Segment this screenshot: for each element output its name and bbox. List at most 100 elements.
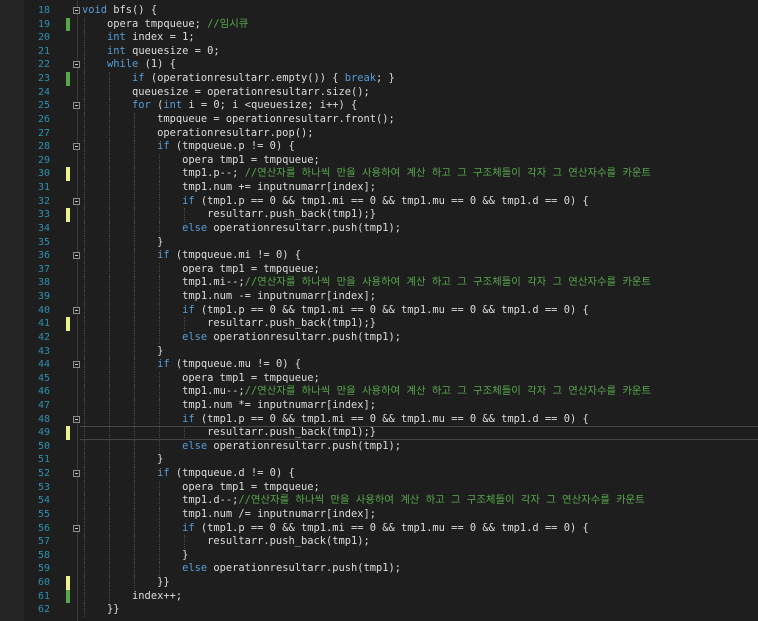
code-line[interactable]: opera tmp1 = tmpqueue;	[82, 263, 758, 277]
line-number: 39	[37, 291, 50, 303]
left-margin	[0, 0, 24, 621]
line-number: 58	[37, 549, 50, 561]
code-line[interactable]: resultarr.push_back(tmp1);}	[82, 208, 758, 222]
code-line[interactable]: tmp1.d--;//연산자를 하나씩 만을 사용하여 계산 하고 그 구조체들…	[82, 494, 758, 508]
code-editor[interactable]: 18 19 20 21 22 23 24 25 26 27 28 29 30 31 32 33 34 35 36 37…	[0, 0, 758, 621]
collapse-icon[interactable]	[73, 7, 80, 14]
line-number: 59	[37, 563, 50, 575]
line-number: 61	[37, 590, 50, 602]
unsaved-change-marker	[66, 167, 70, 182]
line-number: 38	[37, 277, 50, 289]
line-number: 54	[37, 495, 50, 507]
code-line[interactable]: if (tmpqueue.p != 0) {	[82, 140, 758, 154]
line-number: 37	[37, 263, 50, 275]
line-number: 43	[37, 345, 50, 357]
code-line[interactable]: }	[82, 345, 758, 359]
collapse-icon[interactable]	[73, 306, 80, 314]
line-number: 19	[37, 18, 50, 30]
code-line[interactable]: tmp1.mu--;//연산자를 하나씩 만을 사용하여 계산 하고 그 구조체…	[82, 385, 758, 399]
line-number: 51	[37, 454, 50, 466]
collapse-icon[interactable]	[73, 61, 80, 69]
unsaved-change-marker	[66, 317, 70, 331]
code-line[interactable]: queuesize = operationresultarr.size();	[82, 86, 758, 100]
collapse-icon[interactable]	[73, 415, 80, 423]
line-number: 56	[37, 522, 50, 534]
code-line[interactable]: operationresultarr.pop();	[82, 127, 758, 141]
line-number: 18	[37, 5, 50, 16]
line-number: 24	[37, 86, 50, 98]
line-number: 60	[37, 577, 50, 589]
collapse-icon[interactable]	[73, 361, 80, 369]
collapse-icon[interactable]	[73, 197, 80, 205]
collapse-icon[interactable]	[73, 102, 80, 110]
code-line[interactable]: }	[82, 236, 758, 250]
code-line[interactable]: tmp1.num += inputnumarr[index];	[82, 181, 758, 195]
line-number: 55	[37, 508, 50, 520]
code-line[interactable]: tmp1.p--; //연산자를 하나씩 만을 사용하여 계산 하고 그 구조체…	[82, 167, 758, 181]
saved-change-marker	[66, 17, 70, 32]
code-line[interactable]: int queuesize = 0;	[82, 45, 758, 59]
code-line[interactable]: resultarr.push_back(tmp1);}	[82, 426, 758, 440]
code-line[interactable]: if (tmpqueue.mu != 0) {	[82, 358, 758, 372]
line-number: 50	[37, 440, 50, 452]
line-number: 57	[37, 536, 50, 548]
code-line[interactable]: }}	[82, 576, 758, 590]
code-line[interactable]: int index = 1;	[82, 31, 758, 45]
code-line[interactable]: tmp1.num /= inputnumarr[index];	[82, 508, 758, 522]
line-number: 31	[37, 182, 50, 194]
code-line[interactable]: if (tmp1.p == 0 && tmp1.mi == 0 && tmp1.…	[82, 413, 758, 427]
code-line[interactable]: }}	[82, 603, 758, 617]
line-number: 30	[37, 168, 50, 180]
collapse-icon[interactable]	[73, 143, 80, 151]
code-line[interactable]: else operationresultarr.push(tmp1);	[82, 440, 758, 454]
code-line[interactable]: if (tmp1.p == 0 && tmp1.mi == 0 && tmp1.…	[82, 304, 758, 318]
line-number: 28	[37, 141, 50, 153]
line-number: 48	[37, 413, 50, 425]
code-line[interactable]: for (int i = 0; i <queuesize; i++) {	[82, 99, 758, 113]
collapse-icon[interactable]	[73, 470, 80, 478]
code-line[interactable]: opera tmp1 = tmpqueue;	[82, 154, 758, 168]
code-line[interactable]: if (tmp1.p == 0 && tmp1.mi == 0 && tmp1.…	[82, 195, 758, 209]
code-line[interactable]: if (operationresultarr.empty()) { break;…	[82, 72, 758, 86]
line-number: 62	[37, 604, 50, 616]
unsaved-change-marker	[66, 426, 70, 440]
code-line[interactable]: opera tmp1 = tmpqueue;	[82, 481, 758, 495]
line-number: 34	[37, 222, 50, 234]
line-number: 53	[37, 481, 50, 493]
code-line[interactable]: else operationresultarr.push(tmp1);	[82, 562, 758, 576]
code-line[interactable]: while (1) {	[82, 58, 758, 72]
line-number: 33	[37, 209, 50, 221]
saved-change-marker	[66, 72, 70, 86]
line-number: 42	[37, 331, 50, 343]
line-number: 46	[37, 386, 50, 398]
line-number: 26	[37, 113, 50, 125]
code-line[interactable]: else operationresultarr.push(tmp1);	[82, 331, 758, 345]
unsaved-change-marker	[66, 576, 70, 590]
line-number: 21	[37, 45, 50, 57]
code-line[interactable]: }	[82, 549, 758, 563]
code-line[interactable]: tmp1.mi--;//연산자를 하나씩 만을 사용하여 계산 하고 그 구조체…	[82, 276, 758, 290]
code-line[interactable]: index++;	[82, 590, 758, 604]
code-line[interactable]: }	[82, 453, 758, 467]
collapse-icon[interactable]	[73, 524, 80, 532]
code-line[interactable]: tmpqueue = operationresultarr.front();	[82, 113, 758, 127]
line-number: 45	[37, 372, 50, 384]
code-line[interactable]: void bfs() {	[82, 4, 758, 18]
line-number: 44	[37, 359, 50, 371]
unsaved-change-marker	[66, 208, 70, 222]
line-number: 25	[37, 100, 50, 112]
code-line[interactable]: if (tmpqueue.mi != 0) {	[82, 249, 758, 263]
code-line[interactable]: resultarr.push_back(tmp1);}	[82, 317, 758, 331]
code-line[interactable]: if (tmp1.p == 0 && tmp1.mi == 0 && tmp1.…	[82, 522, 758, 536]
code-line[interactable]: tmp1.num *= inputnumarr[index];	[82, 399, 758, 413]
code-line[interactable]: resultarr.push_back(tmp1);	[82, 535, 758, 549]
code-line[interactable]: if (tmpqueue.d != 0) {	[82, 467, 758, 481]
collapse-icon[interactable]	[73, 252, 80, 260]
code-line[interactable]: opera tmp1 = tmpqueue;	[82, 372, 758, 386]
line-number: 47	[37, 399, 50, 411]
code-line[interactable]: else operationresultarr.push(tmp1);	[82, 222, 758, 236]
line-number: 29	[37, 154, 50, 166]
code-line[interactable]: tmp1.num -= inputnumarr[index];	[82, 290, 758, 304]
line-number: 32	[37, 195, 50, 207]
code-line[interactable]: opera tmpqueue; //임시큐	[82, 18, 758, 32]
